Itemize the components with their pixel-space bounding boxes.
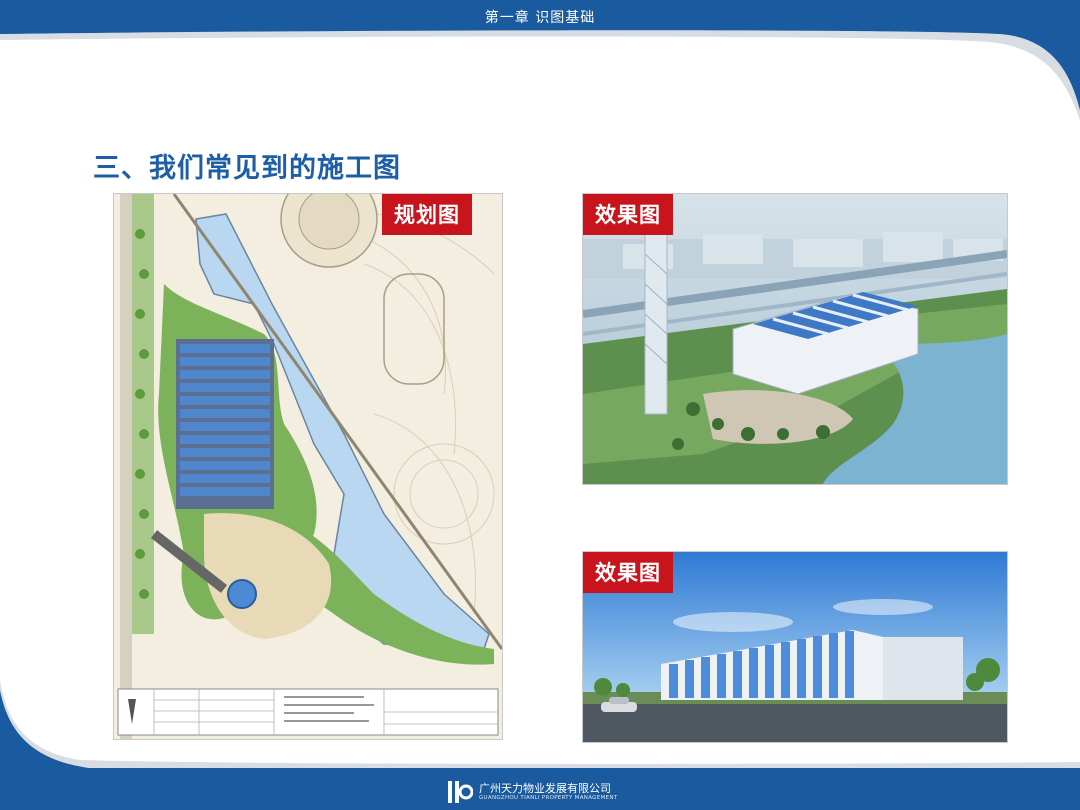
company-logo-icon xyxy=(448,781,473,803)
section-heading: 三、我们常见到的施工图 xyxy=(93,153,401,184)
street-rendering-image: 效果图 xyxy=(582,551,1008,743)
chapter-title: 第一章 识图基础 xyxy=(484,10,596,26)
company-name-en: GUANGZHOU TIANLI PROPERTY MANAGEMENT xyxy=(479,795,618,801)
company-logo: 广州天力物业发展有限公司 GUANGZHOU TIANLI PROPERTY M… xyxy=(447,778,617,806)
effect-tag-top: 效果图 xyxy=(583,194,673,235)
plan-drawing-image: 规划图 xyxy=(113,193,503,740)
effect-tag-bottom: 效果图 xyxy=(583,552,673,593)
plan-tag: 规划图 xyxy=(382,194,472,235)
aerial-rendering-image: 效果图 xyxy=(582,193,1008,485)
company-name-cn: 广州天力物业发展有限公司 xyxy=(479,782,611,795)
